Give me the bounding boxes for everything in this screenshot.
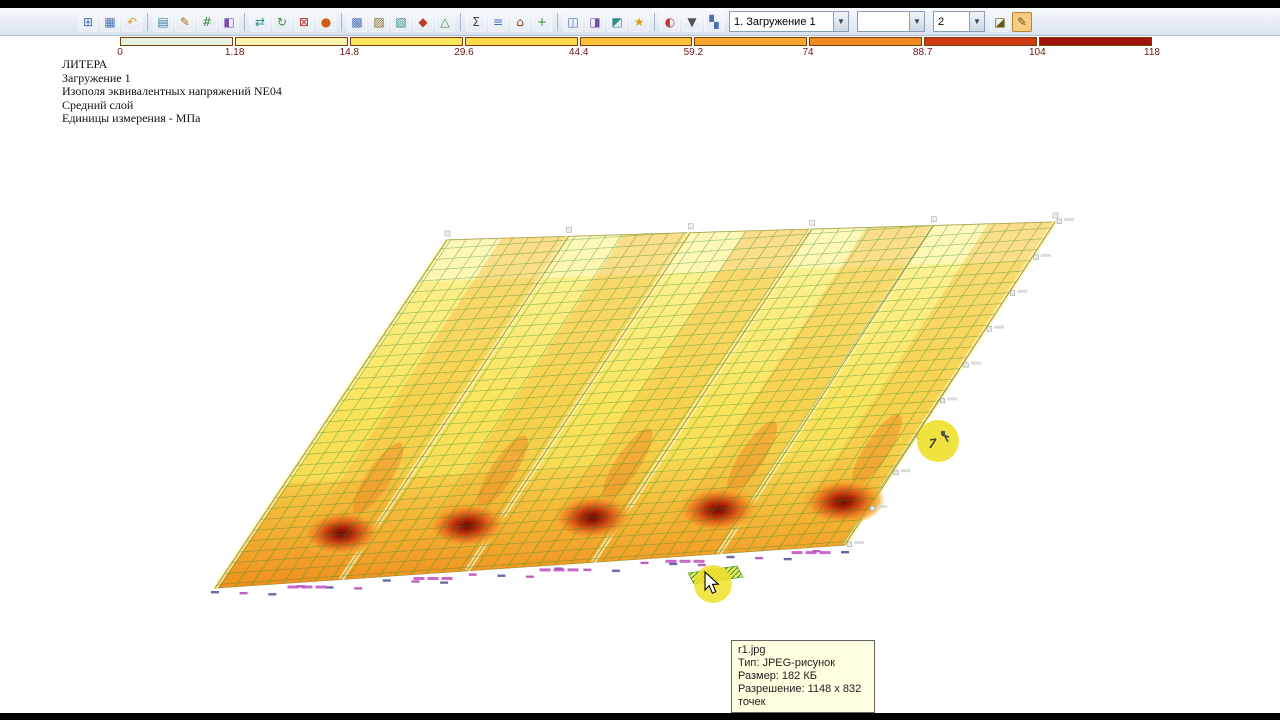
toolbar-separator — [557, 12, 558, 31]
view-xz-icon[interactable]: ◨ — [585, 11, 605, 32]
plate-icon[interactable]: ▨ — [369, 11, 389, 32]
legend-tick-label: 59.2 — [683, 47, 704, 58]
fragment-icon[interactable]: ◧ — [219, 11, 239, 32]
legend-tick-label: 104 — [1028, 47, 1046, 58]
legend-segment — [234, 37, 348, 46]
legend-segment — [349, 37, 463, 46]
mosaic-icon[interactable]: ◐ — [660, 11, 680, 32]
isometric-icon[interactable]: ★ — [629, 11, 649, 32]
annotation-line: ЛИТЕРА — [62, 57, 108, 71]
legend-tick-label: 74 — [802, 47, 814, 58]
table-icon[interactable]: ≡ — [488, 11, 508, 32]
mesh-icon[interactable]: ▩ — [347, 11, 367, 32]
exchange-icon[interactable]: ⇄ — [250, 11, 270, 32]
chevron-down-icon[interactable]: ▼ — [833, 12, 848, 31]
legend-tick-label: 44.4 — [568, 47, 589, 58]
result-annotation: ЛИТЕРА Загружение 1 Изополя эквивалентных … — [62, 57, 282, 126]
tooltip-line: Тип: JPEG-рисунок — [738, 657, 836, 669]
result-pen-icon[interactable]: ✎ — [1012, 11, 1032, 32]
toolbar-separator — [244, 12, 245, 31]
letterbox-top — [0, 0, 1280, 8]
model-icon[interactable]: ⌂ — [510, 11, 530, 32]
toolbar-right-group: ◪ ✎ — [990, 11, 1032, 32]
sum-icon[interactable]: Σ — [466, 11, 486, 32]
toolbar: ⊞ ▦ ↶ ▤ ✎ # ◧ ⇄ ↻ ⊠ ● ▩ ▨ ▧ ◆ △ Σ ≡ ⌂ + ◫ ◨ ◩ ★ ◐ ▼ ▚ 1. Загружени… — [0, 8, 1280, 36]
view-xy-icon[interactable]: ◫ — [563, 11, 583, 32]
node-icon[interactable]: ● — [316, 11, 336, 32]
legend-segment — [924, 37, 1038, 46]
add-icon[interactable]: + — [532, 11, 552, 32]
toolbar-separator — [460, 12, 461, 31]
legend-tick-row: 0 1.18 14.8 29.6 44.4 59.2 74 88.7 104 118 — [117, 46, 1160, 58]
grid-icon[interactable]: # — [197, 11, 217, 32]
undo-icon[interactable]: ↶ — [122, 11, 142, 32]
legend-color-bar — [120, 37, 1153, 46]
animation-icon[interactable]: ◪ — [990, 11, 1010, 32]
tooltip-details: Тип: JPEG-рисунок Размер: 182 КБ Разрешени… — [738, 657, 868, 709]
loadcase-combo[interactable]: 1. Загружение 1 ▼ — [729, 11, 849, 32]
step-combo[interactable]: 2 ▼ — [933, 11, 985, 32]
loadcase-combo-value: 1. Загружение 1 — [734, 15, 816, 28]
annotation-line: Изополя эквивалентных напряжений NE04 — [62, 84, 282, 98]
edit-icon[interactable]: ✎ — [175, 11, 195, 32]
open-project-icon[interactable]: ▦ — [100, 11, 120, 32]
annotation-line: Загружение 1 — [62, 70, 131, 85]
isofields-icon[interactable]: ▼ — [682, 11, 702, 32]
legend-segment — [579, 37, 693, 46]
toolbar-separator — [147, 12, 148, 31]
load-icon[interactable]: ◆ — [413, 11, 433, 32]
legend-tick-label: 118 — [1144, 47, 1160, 58]
section-icon[interactable]: ▧ — [391, 11, 411, 32]
tooltip-filename: r1.jpg — [738, 644, 766, 656]
tooltip-line: Разрешение: 1148 x 832 точек — [738, 683, 862, 708]
legend-segment — [694, 37, 808, 46]
legend-segment — [120, 37, 233, 46]
legend-segment — [464, 37, 578, 46]
stress-isofield-model[interactable] — [211, 212, 1074, 596]
legend-segment — [809, 37, 923, 46]
annotation-line: Средний слой — [62, 97, 134, 112]
toolbar-separator — [654, 12, 655, 31]
legend-tick-label: 29.6 — [454, 47, 474, 58]
app-window: ⊞ ▦ ↶ ▤ ✎ # ◧ ⇄ ↻ ⊠ ● ▩ ▨ ▧ ◆ △ Σ ≡ ⌂ + ◫ ◨ ◩ ★ ◐ ▼ ▚ 1. Загружени… — [0, 0, 1280, 720]
refresh-icon[interactable]: ↻ — [272, 11, 292, 32]
delete-icon[interactable]: ⊠ — [294, 11, 314, 32]
legend-segment — [1039, 37, 1153, 46]
print-icon[interactable]: ▤ — [153, 11, 173, 32]
view-yz-icon[interactable]: ◩ — [607, 11, 627, 32]
new-document-icon[interactable]: ⊞ — [78, 11, 98, 32]
legend-tick-label: 14.8 — [339, 47, 360, 58]
legend-tick-label: 0 — [117, 47, 123, 58]
toolbar-left-group: ⊞ ▦ ↶ ▤ ✎ # ◧ ⇄ ↻ ⊠ ● ▩ ▨ ▧ ◆ △ Σ ≡ ⌂ + ◫ ◨ ◩ ★ ◐ ▼ ▚ — [78, 11, 724, 32]
click-highlight-upper — [917, 420, 959, 462]
file-tooltip: r1.jpg Тип: JPEG-рисунок Размер: 182 КБ Ра… — [731, 640, 875, 713]
chevron-down-icon[interactable]: ▼ — [909, 12, 924, 31]
support-icon[interactable]: △ — [435, 11, 455, 32]
deformation-icon[interactable]: ▚ — [704, 11, 724, 32]
stress-legend: 0 1.18 14.8 29.6 44.4 59.2 74 88.7 104 118 — [117, 37, 1160, 58]
step-combo-value: 2 — [938, 15, 945, 28]
tooltip-line: Размер: 182 КБ — [738, 670, 817, 682]
annotation-line: Единицы измерения - МПа — [62, 111, 201, 125]
chevron-down-icon[interactable]: ▼ — [969, 12, 984, 31]
legend-tick-label: 1.18 — [224, 47, 245, 58]
letterbox-bottom — [0, 713, 1280, 720]
legend-tick-label: 88.7 — [912, 47, 933, 58]
mode-combo[interactable]: ▼ — [857, 11, 925, 32]
toolbar-separator — [341, 12, 342, 31]
